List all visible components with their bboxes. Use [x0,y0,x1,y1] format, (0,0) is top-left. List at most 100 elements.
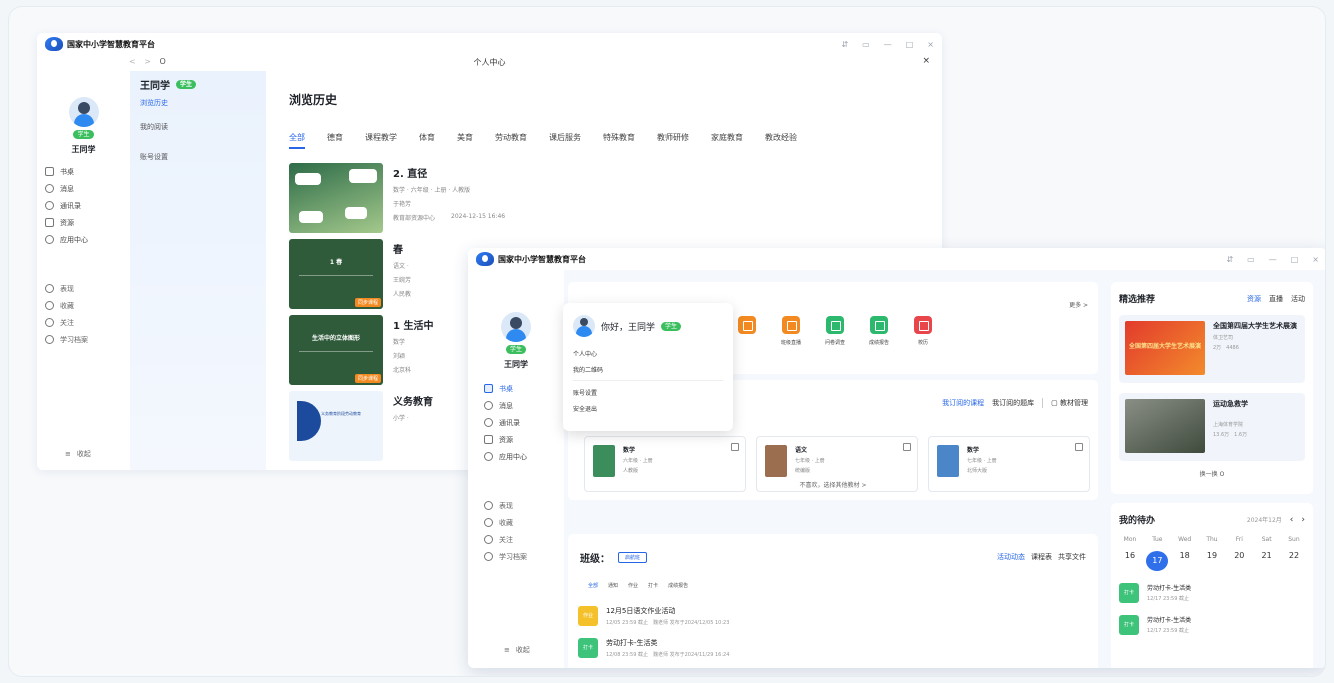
menu-item-settings[interactable]: 账号设置 [573,388,723,397]
sidebar-item-performance[interactable]: 表现 [468,497,564,514]
sidebar-item-apps[interactable]: 应用中心 [468,448,564,465]
tab-labor[interactable]: 劳动教育 [495,132,527,149]
pin-icon[interactable]: ⇵ [1226,255,1233,264]
sidebar-item-desk[interactable]: 书桌 [37,163,130,180]
sidebar-item-label: 学习档案 [60,335,88,344]
day-cell-selected[interactable]: 17 [1146,551,1169,571]
sidebar-item-archive[interactable]: 学习档案 [37,331,130,348]
tab-homework[interactable]: 作业 [628,582,638,589]
tab-report[interactable]: 成绩报告 [668,582,688,589]
app-tile-report[interactable]: 成绩报告 [862,316,896,346]
day-cell[interactable]: 21 [1256,551,1278,571]
subnav-account-settings[interactable]: 账号设置 [140,152,256,162]
page-title: 个人中心 [473,58,506,67]
tab-special[interactable]: 特殊教育 [603,132,635,149]
avatar[interactable] [501,312,531,342]
screen-icon[interactable]: ▭ [1247,255,1255,264]
textbook-management-button[interactable]: ▢ 教材管理 [1051,398,1088,408]
recommend-card[interactable]: 运动急救学 上海体育学院 13.6万 1.6万 [1119,393,1305,461]
minimize-icon[interactable]: — [1269,255,1277,264]
refresh-button[interactable]: 换一换 O [1119,469,1305,478]
app-tile[interactable] [730,316,764,346]
list-item[interactable]: 2. 直径 数学 · 六年级 · 上册 · 人教版 于艳芳 教育部资源中心 202… [289,163,918,239]
tab-family[interactable]: 家庭教育 [711,132,743,149]
day-cell[interactable]: 20 [1228,551,1250,571]
tab-live[interactable]: 直播 [1269,294,1283,304]
list-item[interactable]: 作业 12月5日语文作业活动 12/05 23:59 截止 魏老师 发布于2024… [578,606,729,626]
tab-after-school[interactable]: 课后服务 [549,132,581,149]
checkbox[interactable] [1075,443,1083,451]
sidebar-item-apps[interactable]: 应用中心 [37,231,130,248]
change-textbook-link[interactable]: 不喜欢，选择其他教材 > [568,480,1098,489]
collapse-button[interactable]: ≡ 收起 [488,641,530,658]
day-cell[interactable]: 22 [1283,551,1305,571]
maximize-icon[interactable]: □ [1291,255,1299,264]
tab-resources[interactable]: 资源 [1247,294,1261,304]
tab-teacher[interactable]: 教师研修 [657,132,689,149]
sidebar-item-contacts[interactable]: 通讯录 [468,414,564,431]
sidebar-item-follow[interactable]: 关注 [37,314,130,331]
maximize-icon[interactable]: □ [906,40,914,49]
sidebar-item-performance[interactable]: 表现 [37,280,130,297]
sidebar-item-resources[interactable]: 资源 [37,214,130,231]
day-cell[interactable]: 16 [1119,551,1141,571]
link-shared-files[interactable]: 共享文件 [1058,552,1086,562]
day-cell[interactable]: 19 [1201,551,1223,571]
close-icon[interactable]: × [927,40,934,49]
tab-course[interactable]: 课程教学 [365,132,397,149]
sidebar-item-archive[interactable]: 学习档案 [468,548,564,565]
tab-sports[interactable]: 体育 [419,132,435,149]
checkbox[interactable] [903,443,911,451]
collapse-button[interactable]: ≡ 收起 [57,445,91,462]
sidebar-item-resources[interactable]: 资源 [468,431,564,448]
close-page-icon[interactable]: × [922,56,930,66]
item-title: 义务教育 [393,397,433,408]
recommend-card[interactable]: 全国第四届大学生艺术展演 全国第四届大学生艺术展演 体卫艺司 2万 4486 [1119,315,1305,383]
item-source: 人民教 [393,291,412,298]
subnav-my-reading[interactable]: 我的阅读 [140,122,256,132]
list-item[interactable]: 打卡 劳动打卡-生活类 12/17 23:59 截止 [1119,583,1305,603]
tab-all[interactable]: 全部 [289,132,305,149]
smile-icon [45,284,54,293]
message-icon [484,401,493,410]
link-schedule[interactable]: 课程表 [1031,552,1052,562]
class-select-button[interactable]: 启航班 [618,552,648,563]
list-item[interactable]: 打卡 劳动打卡-生活类 12/08 23:59 截止 魏老师 发布于2024/11… [578,638,729,658]
tab-notice[interactable]: 通知 [608,582,618,589]
sidebar-item-desk[interactable]: 书桌 [468,380,564,397]
tab-reform[interactable]: 教改经验 [765,132,797,149]
prev-month-icon[interactable]: ‹ [1290,515,1294,525]
sidebar-item-follow[interactable]: 关注 [468,531,564,548]
minimize-icon[interactable]: — [884,40,892,49]
tab-activity[interactable]: 活动 [1291,294,1305,304]
menu-item-logout[interactable]: 安全退出 [573,404,723,413]
checkbox[interactable] [731,443,739,451]
close-icon[interactable]: × [1312,255,1319,264]
tab-moral[interactable]: 德育 [327,132,343,149]
link-subscribed-questions[interactable]: 我订阅的题库 [992,398,1034,408]
tab-arts[interactable]: 美育 [457,132,473,149]
sidebar-item-favorites[interactable]: 收藏 [468,514,564,531]
subnav-browse-history[interactable]: 浏览历史 [140,98,256,108]
app-tile-survey[interactable]: 问卷调查 [818,316,852,346]
sidebar-item-messages[interactable]: 消息 [37,180,130,197]
screen-icon[interactable]: ▭ [862,40,870,49]
app-tile-class-live[interactable]: 班级直播 [774,316,808,346]
link-subscribed-courses[interactable]: 我订阅的课程 [942,398,984,408]
logo-icon [476,252,494,266]
tab-checkin[interactable]: 打卡 [648,582,658,589]
more-link[interactable]: 更多 > [1069,300,1088,309]
menu-item-qrcode[interactable]: 我的二维码 [573,365,723,374]
app-tile-calendar[interactable]: 校历 [906,316,940,346]
pin-icon[interactable]: ⇵ [841,40,848,49]
tab-all[interactable]: 全部 [588,582,598,589]
menu-item-profile[interactable]: 个人中心 [573,349,723,358]
sidebar-item-contacts[interactable]: 通讯录 [37,197,130,214]
sidebar-item-messages[interactable]: 消息 [468,397,564,414]
next-month-icon[interactable]: › [1301,515,1305,525]
link-activity[interactable]: 活动动态 [997,552,1025,562]
avatar[interactable] [68,97,99,127]
list-item[interactable]: 打卡 劳动打卡-生活类 12/17 23:59 截止 [1119,615,1305,635]
sidebar-item-favorites[interactable]: 收藏 [37,297,130,314]
day-cell[interactable]: 18 [1174,551,1196,571]
